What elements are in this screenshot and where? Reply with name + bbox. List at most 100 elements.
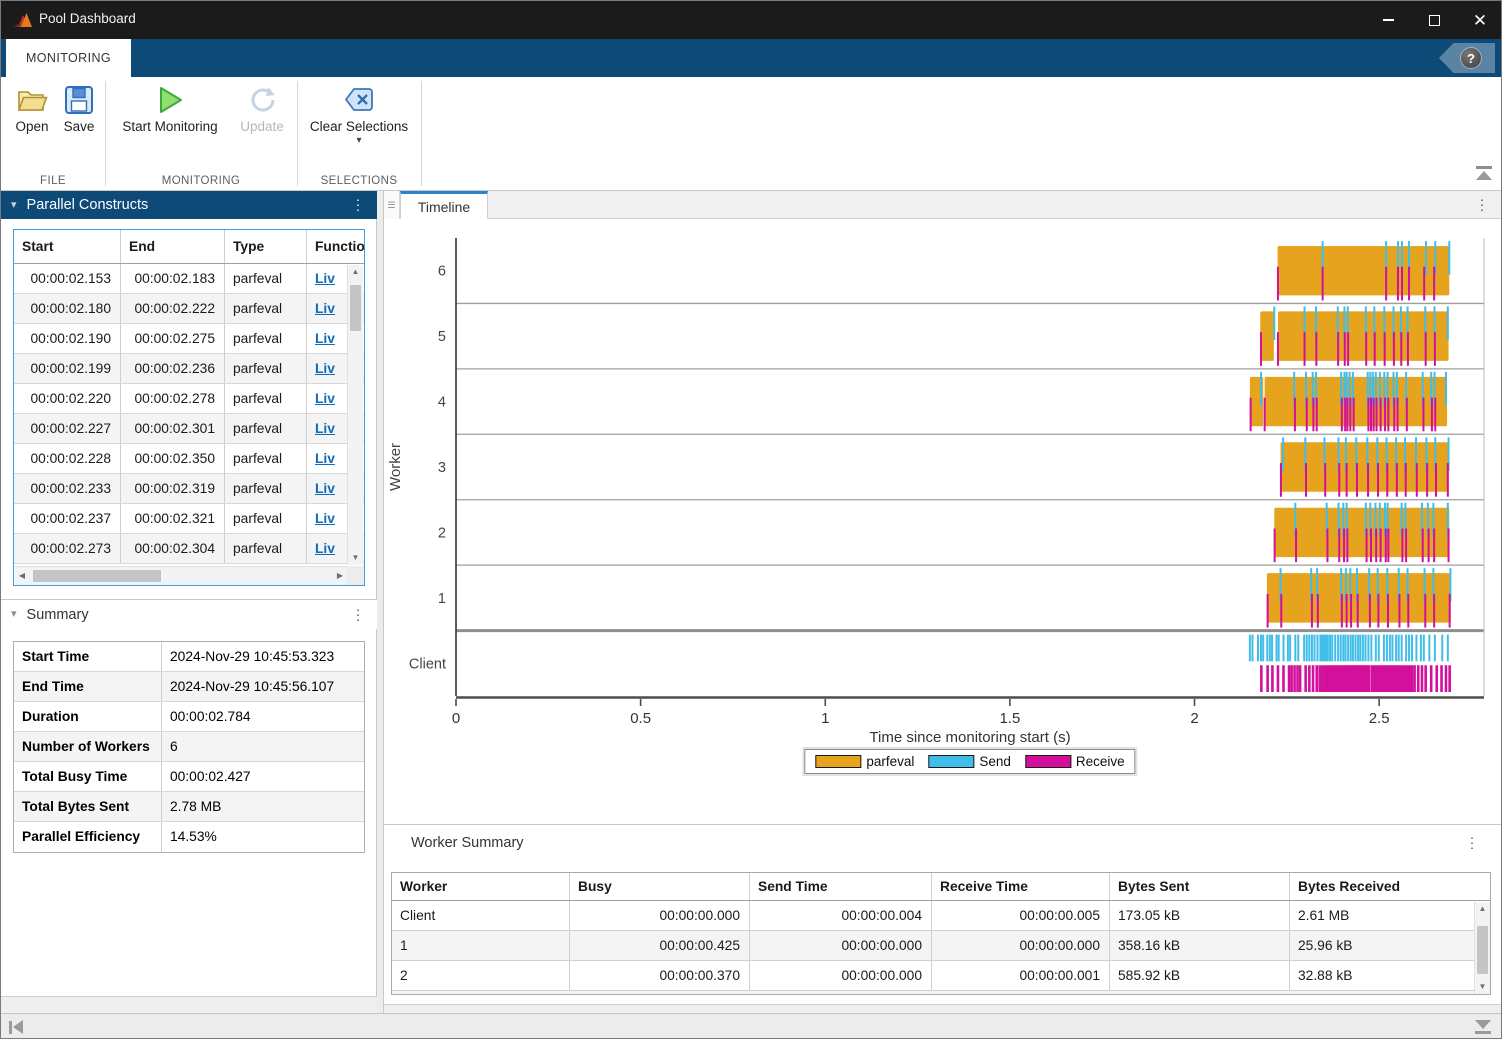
tab-grip-icon[interactable]: ☰	[384, 191, 400, 219]
parfeval-bar[interactable]	[1265, 377, 1447, 426]
table-row[interactable]: 00:00:02.22000:00:02.278parfevalLiv	[14, 384, 364, 414]
panel-menu-icon[interactable]: ⋮	[351, 197, 365, 214]
table-row[interactable]: 100:00:00.42500:00:00.00000:00:00.000358…	[392, 931, 1490, 961]
column-header-function[interactable]: Function	[307, 230, 364, 263]
parallel-constructs-table[interactable]: Start End Type Function 00:00:02.15300:0…	[13, 229, 365, 586]
panel-menu-icon[interactable]: ⋮	[1465, 834, 1479, 851]
summary-value: 00:00:02.784	[162, 702, 364, 731]
column-header-worker[interactable]: Worker	[392, 873, 570, 900]
clear-selections-dropdown-caret[interactable]: ▾	[356, 137, 361, 145]
x-axis-title: Time since monitoring start (s)	[869, 729, 1070, 746]
table-cell: 00:00:02.153	[14, 264, 121, 293]
column-header-start[interactable]: Start	[14, 230, 121, 263]
title-bar: Pool Dashboard ✕	[1, 1, 1502, 39]
ribbon-toolbar: Open Save Start Monitoring Update	[1, 77, 1502, 191]
worker-summary-vertical-scrollbar[interactable]: ▲ ▼	[1474, 902, 1490, 994]
update-button[interactable]: Update	[231, 85, 293, 134]
collapse-caret-icon[interactable]: ▾	[11, 609, 17, 620]
table-row[interactable]: 00:00:02.22700:00:02.301parfevalLiv	[14, 414, 364, 444]
scrollbar-thumb[interactable]	[33, 570, 161, 582]
clear-selections-button[interactable]: Clear Selections ▾	[303, 85, 415, 145]
table-cell: parfeval	[225, 384, 307, 413]
help-button[interactable]: ?	[1439, 43, 1495, 73]
table-cell: 00:00:02.220	[14, 384, 121, 413]
scrollbar-thumb[interactable]	[350, 285, 361, 331]
collapse-left-panel-icon[interactable]	[9, 1020, 23, 1034]
column-header-type[interactable]: Type	[225, 230, 307, 263]
worker-summary-table-header: WorkerBusySend TimeReceive TimeBytes Sen…	[392, 873, 1490, 901]
open-button[interactable]: Open	[9, 85, 55, 134]
column-header-bytes-sent[interactable]: Bytes Sent	[1110, 873, 1290, 900]
table-row[interactable]: 00:00:02.19000:00:02.275parfevalLiv	[14, 324, 364, 354]
scroll-right-icon[interactable]: ▶	[333, 567, 347, 585]
table-row[interactable]: 200:00:00.37000:00:00.00000:00:00.001585…	[392, 961, 1490, 991]
worker-summary-header[interactable]: Worker Summary ⋮	[384, 825, 1502, 860]
collapse-caret-icon[interactable]: ▾	[11, 200, 17, 211]
scroll-up-icon[interactable]: ▲	[1475, 902, 1490, 916]
function-link[interactable]: Liv	[315, 451, 335, 466]
table-cell: 00:00:02.228	[14, 444, 121, 473]
column-header-send-time[interactable]: Send Time	[750, 873, 932, 900]
start-monitoring-button[interactable]: Start Monitoring	[113, 85, 227, 134]
scroll-up-icon[interactable]: ▲	[348, 265, 363, 279]
panel-menu-icon[interactable]: ⋮	[351, 606, 365, 623]
column-header-busy[interactable]: Busy	[570, 873, 750, 900]
table-cell: 00:00:00.004	[750, 901, 932, 930]
table-cell: 585.92 kB	[1110, 961, 1290, 990]
table-row[interactable]: 00:00:02.15300:00:02.183parfevalLiv	[14, 264, 364, 294]
maximize-button[interactable]	[1411, 1, 1457, 39]
legend-label: parfeval	[866, 754, 914, 769]
collapse-ribbon-button[interactable]	[1475, 166, 1493, 182]
row-label: Client	[409, 656, 446, 672]
legend-label: Send	[979, 754, 1011, 769]
table-row[interactable]: 00:00:02.27300:00:02.304parfevalLiv	[14, 534, 364, 564]
table-cell: parfeval	[225, 354, 307, 383]
summary-label: Total Bytes Sent	[14, 792, 162, 821]
table-row[interactable]: Client00:00:00.00000:00:00.00400:00:00.0…	[392, 901, 1490, 931]
function-link[interactable]: Liv	[315, 511, 335, 526]
save-button[interactable]: Save	[57, 85, 101, 134]
table-row[interactable]: 00:00:02.22800:00:02.350parfevalLiv	[14, 444, 364, 474]
table-row[interactable]: 00:00:02.23300:00:02.319parfevalLiv	[14, 474, 364, 504]
tab-timeline[interactable]: Timeline	[400, 191, 488, 219]
worker-summary-table[interactable]: WorkerBusySend TimeReceive TimeBytes Sen…	[391, 872, 1491, 995]
summary-header[interactable]: ▾ Summary ⋮	[1, 599, 377, 629]
function-link[interactable]: Liv	[315, 391, 335, 406]
parallel-constructs-header[interactable]: ▾ Parallel Constructs ⋮	[1, 191, 377, 219]
collapse-ribbon-icon	[1476, 166, 1492, 169]
column-header-end[interactable]: End	[121, 230, 225, 263]
parfeval-bar[interactable]	[1267, 573, 1451, 622]
scroll-left-icon[interactable]: ◀	[15, 567, 29, 585]
function-link[interactable]: Liv	[315, 301, 335, 316]
summary-label: End Time	[14, 672, 162, 701]
function-link[interactable]: Liv	[315, 421, 335, 436]
parfeval-bar[interactable]	[1260, 311, 1274, 360]
function-link[interactable]: Liv	[315, 361, 335, 376]
summary-row: Duration00:00:02.784	[14, 702, 364, 732]
table-row[interactable]: 00:00:02.18000:00:02.222parfevalLiv	[14, 294, 364, 324]
table-row[interactable]: 00:00:02.19900:00:02.236parfevalLiv	[14, 354, 364, 384]
function-link[interactable]: Liv	[315, 331, 335, 346]
column-header-bytes-received[interactable]: Bytes Received	[1290, 873, 1458, 900]
save-label: Save	[64, 119, 95, 134]
worker-summary-panel: Worker Summary ⋮ WorkerBusySend TimeRece…	[384, 824, 1502, 1004]
legend-item-receive: Receive	[1025, 754, 1125, 769]
function-link[interactable]: Liv	[315, 541, 335, 556]
table-cell: 00:00:02.227	[14, 414, 121, 443]
constructs-horizontal-scrollbar[interactable]: ◀ ▶	[15, 566, 347, 585]
scroll-down-icon[interactable]: ▼	[1475, 980, 1490, 994]
column-header-receive-time[interactable]: Receive Time	[932, 873, 1110, 900]
panel-splitter[interactable]	[377, 191, 384, 1013]
tab-monitoring[interactable]: MONITORING	[6, 39, 131, 77]
timeline-chart[interactable]: 00.511.522.5654321ClientWorkerTime since…	[384, 219, 1502, 824]
minimize-button[interactable]	[1365, 1, 1411, 39]
scroll-down-icon[interactable]: ▼	[348, 551, 363, 565]
close-button[interactable]: ✕	[1457, 1, 1502, 39]
scrollbar-thumb[interactable]	[1477, 926, 1488, 974]
collapse-bottom-panel-icon[interactable]	[1475, 1020, 1491, 1034]
function-link[interactable]: Liv	[315, 271, 335, 286]
constructs-vertical-scrollbar[interactable]: ▲ ▼	[347, 265, 363, 565]
tab-menu-icon[interactable]: ⋮	[1475, 196, 1489, 213]
table-row[interactable]: 00:00:02.23700:00:02.321parfevalLiv	[14, 504, 364, 534]
function-link[interactable]: Liv	[315, 481, 335, 496]
